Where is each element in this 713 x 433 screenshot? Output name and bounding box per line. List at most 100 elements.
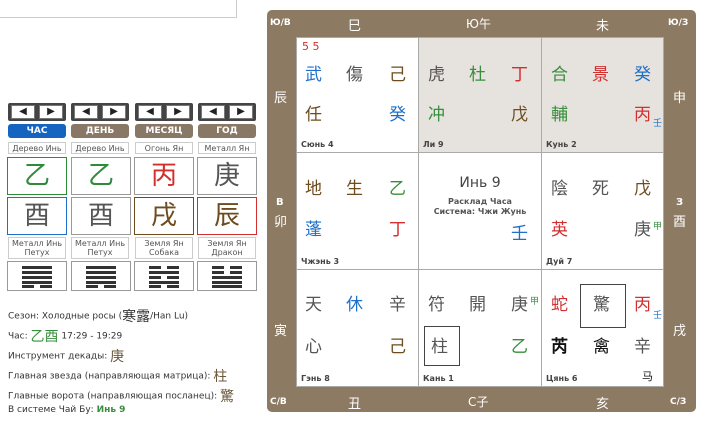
qian-door: 驚 bbox=[593, 295, 610, 315]
qian-horse-star: 马 bbox=[642, 370, 653, 383]
hour-line: Час: 乙酉 17:29 - 19:29 bbox=[8, 326, 122, 346]
day-nav: ◀ ▶ bbox=[71, 103, 129, 121]
hour-prev-button[interactable]: ◀ bbox=[11, 105, 35, 119]
left-branch-yin: 寅 bbox=[274, 324, 288, 339]
hour-nav: ◀ ▶ bbox=[8, 103, 66, 121]
corner-se: Ю/В bbox=[270, 18, 291, 28]
gen-star: 心 bbox=[305, 337, 322, 357]
season-chars: 寒露 bbox=[122, 309, 151, 325]
kan-deity: 符 bbox=[428, 295, 445, 315]
li-name: Ли 9 bbox=[423, 140, 444, 149]
gen-heaven-stem: 辛 bbox=[389, 295, 406, 315]
pillar-day-element: Дерево Инь bbox=[71, 142, 129, 154]
month-hexagram-icon bbox=[134, 261, 194, 291]
kan-earth-stem: 乙 bbox=[511, 337, 528, 357]
hour-next-button[interactable]: ▶ bbox=[39, 105, 63, 119]
palace-li[interactable]: 虎 杜 丁 冲 戊 Ли 9 bbox=[418, 37, 542, 153]
tab-hour[interactable]: ЧАС bbox=[8, 124, 66, 138]
top-branch-wu: Ю午 bbox=[466, 17, 491, 31]
pillar-month-branch-desc: Земля Ян Собака bbox=[135, 237, 193, 259]
year-nav: ◀ ▶ bbox=[198, 103, 256, 121]
season-latin: /Han Lu) bbox=[150, 311, 189, 322]
hour-hexagram-icon bbox=[7, 261, 67, 291]
star-line: Главная звезда (направляющая матрица): 柱 bbox=[8, 366, 227, 386]
kun-door: 景 bbox=[592, 65, 609, 85]
li-deity: 虎 bbox=[428, 65, 445, 85]
pillar-day-stem[interactable]: 乙 bbox=[71, 157, 131, 195]
hour-label: Час: bbox=[8, 331, 28, 342]
decade-line: Инструмент декады: 庚 bbox=[8, 346, 124, 366]
pillar-hour-branch-desc: Металл Инь Петух bbox=[8, 237, 66, 259]
kun-name: Кунь 2 bbox=[546, 140, 577, 149]
dui-earth-stem: 庚 bbox=[634, 220, 651, 240]
sun-star: 任 bbox=[305, 105, 322, 125]
top-branch-si: 巳 bbox=[348, 19, 362, 34]
pillar-year-element: Металл Ян bbox=[198, 142, 256, 154]
month-prev-button[interactable]: ◀ bbox=[138, 105, 162, 119]
zhen-earth-stem: 丁 bbox=[389, 220, 406, 240]
star-label: Главная звезда (направляющая матрица): bbox=[8, 371, 211, 382]
palace-qian[interactable]: 蛇 驚 丙 壬 芮 禽 辛 马 Цянь 6 bbox=[541, 269, 664, 387]
zhen-door: 生 bbox=[346, 179, 363, 199]
center-line1: Расклад Часа bbox=[448, 197, 512, 206]
pillar-month-stem[interactable]: 丙 bbox=[134, 157, 194, 195]
gen-name: Гэнь 8 bbox=[301, 374, 330, 383]
pillar-hour-stem[interactable]: 乙 bbox=[7, 157, 67, 195]
qian-star-2: 禽 bbox=[593, 337, 610, 357]
day-prev-button[interactable]: ◀ bbox=[74, 105, 98, 119]
kan-star: 柱 bbox=[431, 337, 448, 357]
dui-name: Дуй 7 bbox=[546, 257, 573, 266]
pillar-year-stem[interactable]: 庚 bbox=[197, 157, 257, 195]
li-door: 杜 bbox=[469, 65, 486, 85]
gate-label: Главные ворота (направляющая посланец): bbox=[8, 391, 218, 402]
system-label: В системе Чай Бу: bbox=[8, 405, 94, 415]
kun-deity: 合 bbox=[551, 65, 568, 85]
season-line: Сезон: Холодные росы (寒露/Han Lu) bbox=[8, 309, 189, 325]
right-branch-xu: 戌 bbox=[673, 324, 687, 339]
kun-hidden-stem: 壬 bbox=[653, 119, 663, 129]
decade-char: 庚 bbox=[110, 349, 125, 365]
palace-gen[interactable]: 天 休 辛 心 己 Гэнь 8 bbox=[296, 269, 419, 387]
dui-star: 英 bbox=[551, 220, 568, 240]
pillar-year-branch-desc: Земля Ян Дракон bbox=[198, 237, 256, 259]
year-next-button[interactable]: ▶ bbox=[229, 105, 253, 119]
gate-line: Главные ворота (направляющая посланец): … bbox=[8, 386, 234, 406]
qian-earth-stem: 辛 bbox=[634, 337, 651, 357]
pillar-hour-element: Дерево Инь bbox=[8, 142, 66, 154]
pillar-day-branch-desc: Металл Инь Петух bbox=[71, 237, 129, 259]
top-strip bbox=[0, 0, 240, 18]
month-next-button[interactable]: ▶ bbox=[166, 105, 190, 119]
decade-label: Инструмент декады: bbox=[8, 351, 108, 362]
palace-center[interactable]: Инь 9 Расклад Часа Система: Чжи Жунь 壬 bbox=[418, 152, 542, 270]
palace-dui[interactable]: 陰 死 戊 英 庚 甲 Дуй 7 bbox=[541, 152, 664, 270]
center-line2: Система: Чжи Жунь bbox=[433, 207, 527, 216]
sun-mark: 5 5 bbox=[302, 40, 320, 53]
pillar-day-branch[interactable]: 酉 bbox=[71, 197, 131, 235]
year-prev-button[interactable]: ◀ bbox=[201, 105, 225, 119]
sun-heaven-stem: 己 bbox=[389, 65, 406, 85]
sun-deity: 武 bbox=[305, 65, 322, 85]
palace-kan[interactable]: 符 開 庚 甲 柱 乙 Кань 1 bbox=[418, 269, 542, 387]
corner-ne: С/В bbox=[270, 397, 287, 407]
kan-hidden-stem: 甲 bbox=[530, 297, 540, 307]
tab-month[interactable]: МЕСЯЦ bbox=[135, 124, 193, 138]
pillar-hour-branch[interactable]: 酉 bbox=[7, 197, 67, 235]
pillar-month-branch[interactable]: 戌 bbox=[134, 197, 194, 235]
season-label: Сезон: Холодные росы bbox=[8, 311, 116, 322]
qian-star: 芮 bbox=[551, 337, 568, 357]
pillar-month-element: Огонь Ян bbox=[135, 142, 193, 154]
dui-hidden-stem: 甲 bbox=[653, 222, 663, 232]
day-next-button[interactable]: ▶ bbox=[102, 105, 126, 119]
left-direction: В bbox=[276, 197, 284, 208]
palace-zhen[interactable]: 地 生 乙 蓬 丁 Чжэнь 3 bbox=[296, 152, 419, 270]
right-branch-shen: 申 bbox=[673, 91, 687, 106]
pillar-year-branch[interactable]: 辰 bbox=[197, 197, 257, 235]
palace-sun[interactable]: 5 5 武 傷 己 任 癸 Сюнь 4 bbox=[296, 37, 419, 153]
qian-name: Цянь 6 bbox=[546, 374, 578, 383]
qian-heaven-stem: 丙 bbox=[634, 295, 651, 315]
tab-year[interactable]: ГОД bbox=[198, 124, 256, 138]
palace-kun[interactable]: 合 景 癸 輔 丙 壬 Кунь 2 bbox=[541, 37, 664, 153]
tab-day[interactable]: ДЕНЬ bbox=[71, 124, 129, 138]
corner-sw: Ю/З bbox=[668, 18, 689, 28]
li-star: 冲 bbox=[428, 105, 445, 125]
